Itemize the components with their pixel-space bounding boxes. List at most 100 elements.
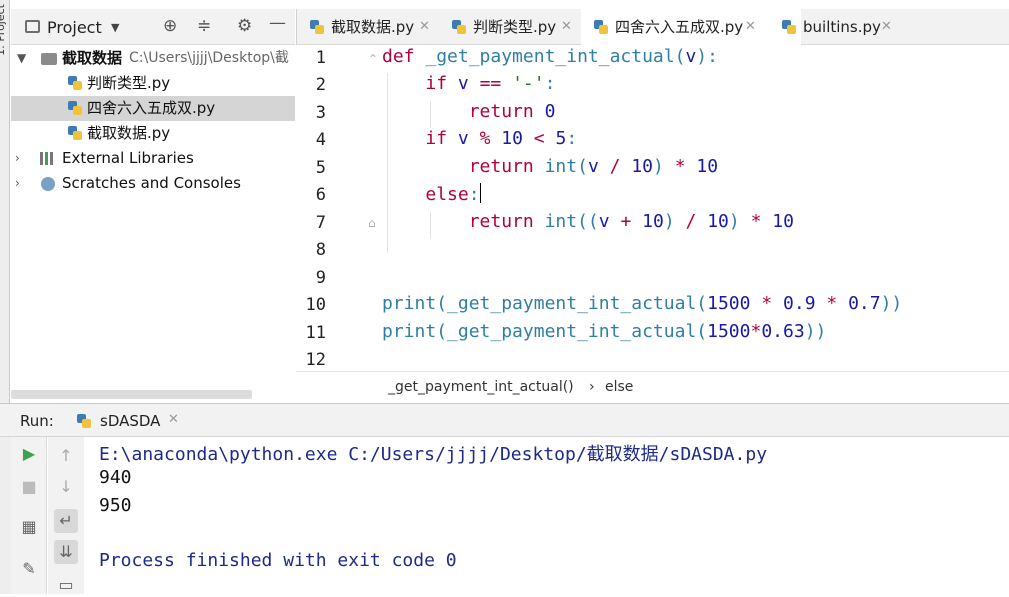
close-icon[interactable]: ✕ (881, 9, 892, 45)
arrow-down-icon[interactable]: ↓ (54, 475, 78, 499)
code-line: if v % 10 < 5: (425, 128, 578, 149)
chevron-right-icon[interactable]: › (15, 146, 20, 171)
code-editor[interactable]: def _get_payment_int_actual(v): if v == … (382, 46, 1009, 371)
print-icon[interactable]: ▭ (54, 573, 78, 597)
scratches-icon (41, 177, 55, 191)
project-horizontal-scrollbar[interactable] (11, 390, 252, 399)
breadcrumb-block[interactable]: else (605, 379, 633, 395)
tab-builtins[interactable]: builtins.py ✕ (769, 9, 935, 45)
code-line: else: (425, 183, 481, 205)
collapse-all-icon[interactable]: ≑ (197, 16, 211, 36)
run-tab[interactable]: sDASDA ✕ (62, 404, 192, 441)
tree-item-file-selected[interactable]: 四舍六入五成双.py (11, 96, 295, 121)
tree-item-external-libraries[interactable]: › External Libraries (11, 146, 295, 171)
chevron-down-icon[interactable]: ▼ (17, 46, 26, 71)
fold-marker-icon[interactable]: ⌂ (368, 216, 376, 230)
code-line: return int((v + 10) / 10) * 10 (468, 211, 794, 232)
arrow-up-icon[interactable]: ↑ (54, 444, 78, 468)
close-icon[interactable]: ✕ (745, 9, 756, 45)
line-number: 7 (315, 213, 326, 233)
line-number: 8 (315, 240, 326, 260)
console-line: 940 (99, 467, 132, 488)
run-toolbar-primary: ▶ ■ ▦ ✎ (11, 437, 47, 594)
tab-label: builtins.py (803, 18, 881, 36)
tree-item-path: C:\Users\jjjj\Desktop\截 (129, 50, 289, 66)
stop-icon[interactable]: ■ (17, 475, 41, 499)
code-line: return 0 (468, 101, 556, 122)
line-number: 2 (315, 75, 326, 95)
project-tool-label[interactable]: 1: Project (0, 4, 9, 56)
folder-icon (41, 53, 57, 65)
run-console[interactable]: E:\anaconda\python.exe C:/Users/jjjj/Des… (84, 437, 1009, 594)
line-number: 12 (305, 350, 326, 370)
tree-item-label: External Libraries (62, 149, 194, 167)
close-icon[interactable]: ✕ (419, 9, 430, 45)
line-number-gutter[interactable]: 1 2 3 4 5 6 7 8 9 10 11 12 ⌃ ⌂ (296, 46, 382, 371)
breadcrumb-separator: › (589, 379, 595, 395)
console-line: E:\anaconda\python.exe C:/Users/jjjj/Des… (99, 444, 768, 465)
tab-label: 四舍六入五成双.py (615, 18, 744, 36)
project-tool-stripe[interactable]: 1: Project (0, 0, 10, 403)
breadcrumb: _get_payment_int_actual() › else (296, 371, 1009, 403)
editor-tab-bar: 截取数据.py ✕ 判断类型.py ✕ 四舍六入五成双.py ✕ builtin… (296, 9, 1009, 49)
project-tree: ▼ 截取数据 C:\Users\jjjj\Desktop\截 判断类型.py 四… (11, 46, 295, 390)
line-number: 3 (315, 103, 326, 123)
tree-item-label: 四舍六入五成双.py (87, 99, 216, 117)
tab-label: 截取数据.py (331, 18, 415, 36)
soft-wrap-icon[interactable]: ↵ (54, 509, 78, 533)
locate-icon[interactable]: ⊕ (163, 16, 177, 36)
tree-item-scratches[interactable]: › Scratches and Consoles (11, 171, 295, 196)
console-line: Process finished with exit code 0 (99, 550, 457, 571)
console-line: 950 (99, 495, 132, 516)
python-file-icon (451, 19, 467, 35)
project-view-icon (25, 20, 40, 33)
project-panel-header: Project ▼ ⊕ ≑ ⚙ — (11, 9, 295, 45)
run-toolbar-secondary: ↑ ↓ ↵ ⇊ ▭ (48, 437, 84, 594)
run-label: Run: (20, 412, 54, 430)
python-file-icon (67, 125, 83, 141)
tree-item-label: 判断类型.py (87, 74, 171, 92)
python-file-icon (309, 19, 325, 35)
line-number: 10 (305, 295, 326, 315)
python-file-icon (781, 19, 797, 35)
run-panel-header: Run: sDASDA ✕ (0, 403, 1009, 441)
run-tab-label: sDASDA (100, 412, 161, 430)
scroll-to-end-icon[interactable]: ⇊ (54, 540, 78, 564)
gear-icon[interactable]: ⚙ (237, 16, 252, 36)
tab-sishe-liuru[interactable]: 四舍六入五成双.py ✕ (581, 9, 801, 49)
tree-item-label: 截取数据 (62, 49, 123, 67)
tree-item-root-folder[interactable]: ▼ 截取数据 C:\Users\jjjj\Desktop\截 (11, 46, 295, 71)
python-file-icon (67, 100, 83, 116)
line-number: 6 (315, 185, 326, 205)
fold-marker-icon[interactable]: ⌃ (368, 52, 378, 66)
line-number: 5 (315, 158, 326, 178)
python-file-icon (76, 413, 92, 429)
code-line: def _get_payment_int_actual(v): (382, 46, 718, 67)
tree-item-label: 截取数据.py (87, 124, 171, 142)
layout-icon[interactable]: ▦ (17, 515, 41, 539)
text-caret (479, 183, 481, 203)
line-number: 11 (305, 323, 326, 343)
line-number: 9 (315, 268, 326, 288)
project-panel-title[interactable]: Project (47, 18, 102, 37)
code-line: if v == '-': (425, 73, 556, 94)
tree-item-label: Scratches and Consoles (62, 174, 241, 192)
tree-item-file[interactable]: 截取数据.py (11, 121, 295, 146)
tab-label: 判断类型.py (473, 18, 557, 36)
line-number: 1 (315, 48, 326, 68)
close-icon[interactable]: ✕ (561, 9, 572, 45)
chevron-right-icon[interactable]: › (15, 171, 20, 196)
pin-icon[interactable]: ✎ (17, 557, 41, 581)
run-icon[interactable]: ▶ (17, 442, 41, 466)
run-left-edge (0, 437, 11, 594)
python-file-icon (67, 75, 83, 91)
chevron-down-icon[interactable]: ▼ (111, 21, 119, 34)
close-icon[interactable]: ✕ (168, 412, 179, 427)
code-line: print(_get_payment_int_actual(1500*0.63)… (382, 321, 827, 342)
tree-item-file[interactable]: 判断类型.py (11, 71, 295, 96)
hide-icon[interactable]: — (269, 13, 286, 33)
code-line: return int(v / 10) * 10 (468, 156, 719, 177)
breadcrumb-function[interactable]: _get_payment_int_actual() (388, 379, 574, 395)
code-line: print(_get_payment_int_actual(1500 * 0.9… (382, 293, 903, 314)
library-icon (40, 150, 56, 166)
